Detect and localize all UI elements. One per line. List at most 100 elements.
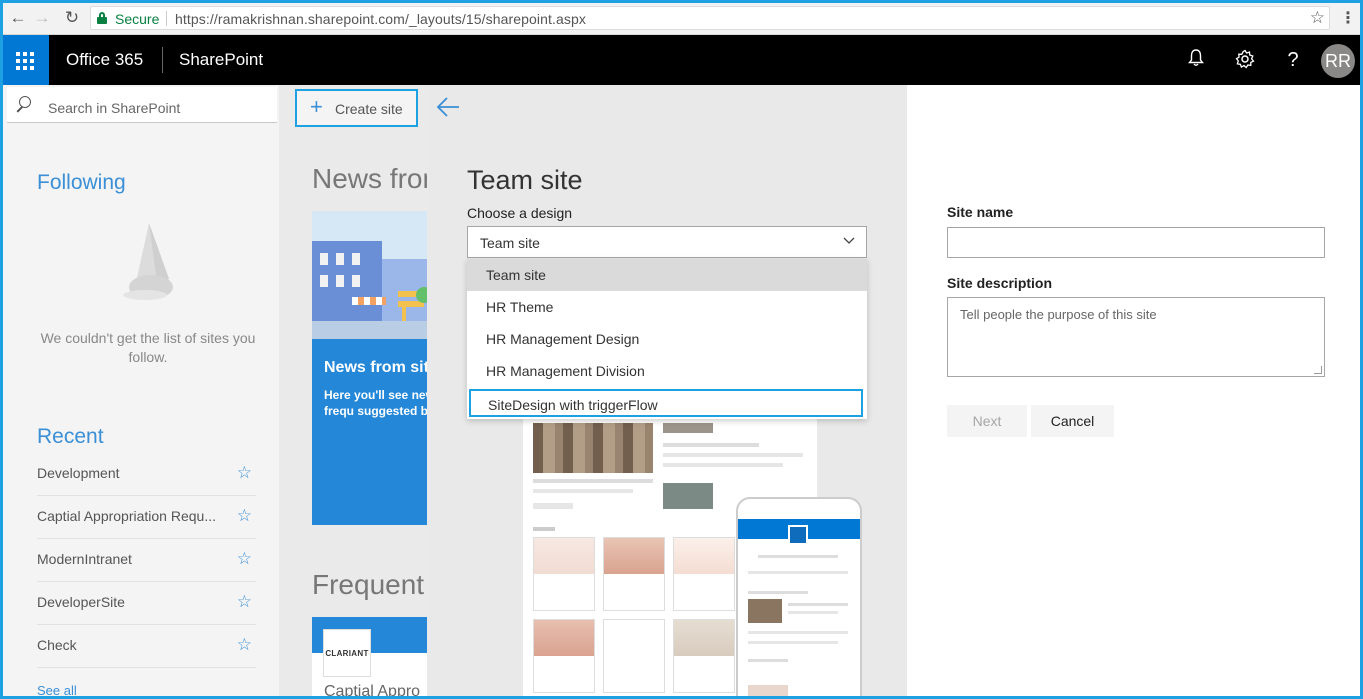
left-nav: Search in SharePoint Following We couldn… [3, 85, 279, 696]
phone-line [758, 555, 838, 558]
search-box[interactable]: Search in SharePoint [7, 87, 277, 123]
frequent-heading: Frequent s [312, 569, 446, 600]
kebab-menu-icon[interactable]: ⋮ [1340, 8, 1356, 28]
preview-line [533, 503, 573, 509]
next-button[interactable]: Next [947, 405, 1027, 437]
phone-line [788, 611, 838, 614]
design-option-label: Team site [486, 267, 546, 283]
create-site-button[interactable]: + Create site [295, 89, 418, 127]
site-description-label: Site description [947, 275, 1053, 291]
panel-title: Team site [467, 165, 583, 195]
design-option[interactable]: HR Management Division [467, 355, 867, 387]
resize-grip-icon[interactable] [1314, 366, 1322, 374]
preview-line [663, 443, 759, 447]
star-outline-icon[interactable]: ☆ [237, 635, 252, 655]
site-logo: CLARIANT [323, 629, 371, 677]
recent-item[interactable]: Captial Appropriation Requ... ☆ [37, 496, 256, 539]
design-option[interactable]: HR Theme [467, 291, 867, 323]
star-outline-icon[interactable]: ☆ [1310, 8, 1325, 28]
design-option[interactable]: SiteDesign with triggerFlow [469, 389, 863, 417]
avatar[interactable]: RR [1321, 44, 1355, 78]
following-heading[interactable]: Following [37, 171, 126, 195]
url-text[interactable]: https://ramakrishnan.sharepoint.com/_lay… [175, 11, 586, 27]
recent-item[interactable]: ModernIntranet ☆ [37, 539, 256, 582]
preview-photo [533, 423, 653, 473]
recent-item[interactable]: Check ☆ [37, 625, 256, 668]
suite-divider [162, 47, 163, 73]
news-card-title: News from sit [324, 359, 427, 376]
recent-item-label[interactable]: DeveloperSite [37, 594, 125, 610]
recent-item[interactable]: Development ☆ [37, 453, 256, 496]
preview-thumb [663, 423, 713, 433]
phone-line [748, 571, 848, 574]
recent-item-label[interactable]: Development [37, 465, 120, 481]
frequent-site-card[interactable]: CLARIANT Captial Appro [312, 617, 427, 699]
phone-image [748, 599, 782, 623]
back-arrow-icon[interactable] [435, 95, 461, 119]
forward-arrow-icon[interactable]: → [31, 7, 53, 29]
following-empty-message: We couldn't get the list of sites you fo… [40, 330, 256, 365]
star-outline-icon[interactable]: ☆ [237, 549, 252, 569]
cancel-button[interactable]: Cancel [1031, 405, 1114, 437]
recent-item-label[interactable]: Check [37, 637, 77, 653]
preview-line [533, 527, 555, 531]
site-details-pane [907, 85, 1360, 696]
waffle-icon [16, 52, 34, 70]
preview-line [533, 479, 653, 483]
phone-line [748, 591, 808, 594]
reload-icon[interactable]: ↻ [61, 7, 83, 29]
plus-icon: + [310, 94, 323, 119]
news-card[interactable]: News from sit Here you'll see new follow… [312, 211, 427, 525]
gear-icon[interactable] [1234, 49, 1256, 71]
preview-line [533, 489, 633, 493]
preview-tile [673, 619, 735, 693]
search-input[interactable]: Search in SharePoint [48, 100, 180, 116]
news-card-text: Here you'll see new follow or visit freq… [324, 388, 427, 418]
preview-thumb [663, 483, 713, 509]
address-separator [166, 11, 167, 26]
bell-icon[interactable] [1185, 49, 1207, 71]
back-arrow-icon[interactable]: ← [7, 7, 29, 29]
site-description-input[interactable]: Tell people the purpose of this site [947, 297, 1325, 377]
design-option-label: SiteDesign with triggerFlow [488, 397, 658, 413]
suite-bar: Office 365 SharePoint ? RR [3, 35, 1360, 85]
secure-label: Secure [115, 11, 160, 27]
search-icon [15, 96, 31, 113]
recent-item-label[interactable]: Captial Appropriation Requ... [37, 508, 216, 524]
office365-link[interactable]: Office 365 [66, 50, 143, 70]
design-select-value: Team site [480, 235, 540, 251]
preview-tile [533, 619, 595, 693]
preview-tile [533, 537, 595, 611]
star-outline-icon[interactable]: ☆ [237, 506, 252, 526]
app-launcher-button[interactable] [3, 35, 49, 85]
news-illustration [312, 211, 427, 339]
mobile-preview [736, 497, 862, 696]
phone-line [748, 659, 788, 662]
design-option[interactable]: Team site [467, 259, 867, 291]
frequent-site-name: Captial Appro [324, 683, 421, 699]
recent-heading[interactable]: Recent [37, 425, 104, 449]
chevron-down-icon [843, 237, 855, 244]
star-outline-icon[interactable]: ☆ [237, 463, 252, 483]
see-all-link[interactable]: See all [37, 683, 77, 696]
recent-item[interactable]: DeveloperSite ☆ [37, 582, 256, 625]
phone-line [748, 641, 838, 644]
address-bar[interactable]: Secure https://ramakrishnan.sharepoint.c… [90, 6, 1330, 30]
phone-line [788, 603, 848, 606]
preview-tile [603, 619, 665, 693]
design-select[interactable]: Team site [467, 226, 867, 258]
phone-line [748, 631, 848, 634]
design-option[interactable]: HR Management Design [467, 323, 867, 355]
site-name-input[interactable] [947, 227, 1325, 258]
preview-tile [603, 537, 665, 611]
site-description-placeholder: Tell people the purpose of this site [960, 307, 1157, 322]
lock-icon [97, 12, 107, 24]
recent-item-label[interactable]: ModernIntranet [37, 551, 132, 567]
design-option-label: HR Management Division [486, 363, 645, 379]
sharepoint-link[interactable]: SharePoint [179, 50, 263, 70]
ice-cream-cone-icon [123, 223, 173, 300]
help-icon[interactable]: ? [1282, 49, 1304, 71]
phone-logo [788, 525, 808, 545]
star-outline-icon[interactable]: ☆ [237, 592, 252, 612]
app-frame: ← → ↻ Secure https://ramakrishnan.sharep… [0, 0, 1363, 699]
